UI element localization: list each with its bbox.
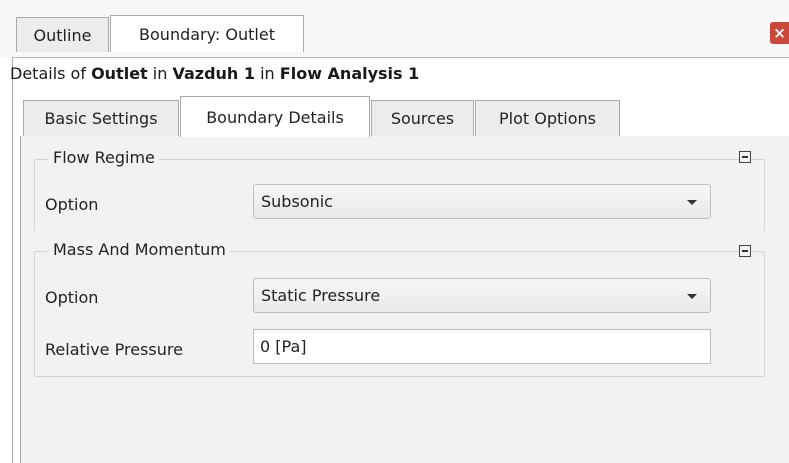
editor-left-border (12, 58, 13, 463)
tab-outline-label: Outline (33, 25, 92, 45)
details-analysis: Flow Analysis 1 (279, 64, 420, 83)
tab-sources-label: Sources (390, 109, 455, 128)
tab-boundary-details[interactable]: Boundary Details (180, 96, 370, 137)
flow-regime-option-label: Option (45, 195, 99, 214)
mass-momentum-option-label: Option (45, 288, 99, 307)
tab-boundary-details-label: Boundary Details (206, 107, 344, 127)
relative-pressure-field[interactable]: 0 [Pa] (253, 329, 711, 364)
flow-regime-collapse-icon[interactable] (739, 151, 751, 163)
mass-momentum-collapse-icon[interactable] (739, 245, 751, 257)
details-header: Details of Outlet in Vazduh 1 in Flow An… (10, 64, 419, 83)
tab-basic-settings[interactable]: Basic Settings (23, 100, 179, 136)
details-domain: Vazduh 1 (172, 64, 256, 83)
details-in-1: in (147, 64, 173, 83)
flow-regime-option-value: Subsonic (261, 192, 333, 211)
tab-boundary-outlet-label: Boundary: Outlet (139, 24, 275, 44)
tab-boundary-outlet[interactable]: Boundary: Outlet (110, 15, 304, 52)
mass-momentum-option-value: Static Pressure (261, 286, 381, 305)
tab-baseline (12, 57, 789, 58)
tab-sources[interactable]: Sources (371, 100, 474, 136)
details-in-2: in (255, 64, 280, 83)
mass-momentum-option-select[interactable]: Static Pressure (253, 278, 711, 313)
tab-basic-settings-label: Basic Settings (44, 109, 158, 128)
tab-plot-options[interactable]: Plot Options (475, 100, 620, 136)
flow-regime-option-select[interactable]: Subsonic (253, 184, 711, 219)
flow-regime-title: Flow Regime (49, 148, 159, 167)
chevron-down-icon (687, 294, 697, 299)
tab-outline[interactable]: Outline (16, 17, 109, 52)
mass-momentum-title: Mass And Momentum (49, 240, 230, 259)
close-icon[interactable]: × (770, 22, 789, 44)
details-prefix: Details of (10, 64, 92, 83)
tab-plot-options-label: Plot Options (499, 109, 596, 128)
relative-pressure-label: Relative Pressure (45, 340, 183, 359)
relative-pressure-value: 0 [Pa] (260, 337, 307, 356)
chevron-down-icon (687, 200, 697, 205)
details-object: Outlet (91, 64, 148, 83)
